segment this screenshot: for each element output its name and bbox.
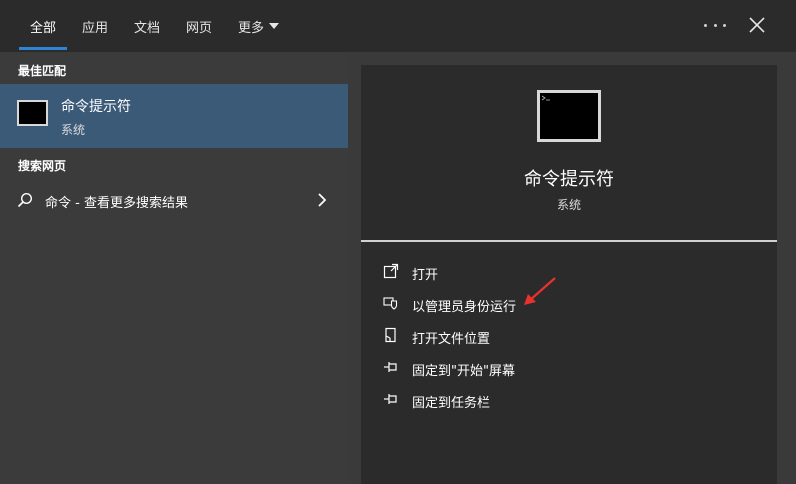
divider xyxy=(361,240,777,242)
tab-all[interactable]: 全部 xyxy=(30,0,56,52)
annotation-arrow-icon xyxy=(524,277,556,305)
action-pin-to-start[interactable]: 固定到"开始"屏幕 xyxy=(361,351,777,383)
preview-pane: 命令提示符 系统 打开 以管理员身份运行 打开文件位置 固定到"开始"屏幕 固定… xyxy=(361,65,777,484)
tab-label: 更多 xyxy=(238,20,265,36)
tab-bar: 全部 应用 文档 网页 更多 xyxy=(0,0,796,52)
open-icon xyxy=(383,263,399,279)
tab-label: 应用 xyxy=(82,20,109,36)
action-open[interactable]: 打开 xyxy=(361,255,777,287)
results-pane: 最佳匹配 命令提示符 系统 搜索网页 命令 - 查看更多搜索结果 xyxy=(0,52,348,484)
preview-subtitle: 系统 xyxy=(556,198,581,212)
web-search-heading: 搜索网页 xyxy=(18,159,67,173)
active-tab-indicator xyxy=(19,47,67,50)
more-options-icon[interactable] xyxy=(704,14,726,36)
tab-web[interactable]: 网页 xyxy=(186,0,212,52)
shield-icon xyxy=(383,297,398,310)
preview-title: 命令提示符 xyxy=(524,169,614,190)
action-label: 打开文件位置 xyxy=(412,332,491,347)
action-label: 固定到任务栏 xyxy=(412,396,491,411)
search-window: 全部 应用 文档 网页 更多 最佳匹配 命令提示符 系统 搜索网页 命令 - 查… xyxy=(0,0,796,484)
search-icon xyxy=(17,192,33,208)
action-open-file-location[interactable]: 打开文件位置 xyxy=(361,319,777,351)
tab-label: 全部 xyxy=(30,20,57,36)
action-run-as-admin[interactable]: 以管理员身份运行 xyxy=(361,287,777,319)
command-prompt-icon xyxy=(17,100,48,126)
best-match-heading: 最佳匹配 xyxy=(18,64,67,78)
chevron-right-icon xyxy=(318,193,327,207)
pin-icon xyxy=(384,362,397,372)
tab-apps[interactable]: 应用 xyxy=(82,0,108,52)
action-pin-to-taskbar[interactable]: 固定到任务栏 xyxy=(361,383,777,415)
tab-label: 文档 xyxy=(134,20,161,36)
file-location-icon xyxy=(385,327,396,343)
best-match-item[interactable]: 命令提示符 系统 xyxy=(0,84,348,148)
chevron-down-icon xyxy=(269,23,280,29)
web-search-text: 命令 - 查看更多搜索结果 xyxy=(45,196,188,211)
action-label: 固定到"开始"屏幕 xyxy=(412,364,515,379)
command-prompt-large-icon xyxy=(537,90,601,142)
tab-more[interactable]: 更多 xyxy=(238,0,280,52)
action-label: 以管理员身份运行 xyxy=(412,300,517,315)
best-match-title: 命令提示符 xyxy=(61,99,131,115)
best-match-subtitle: 系统 xyxy=(61,123,86,137)
tab-label: 网页 xyxy=(186,20,213,36)
tab-documents[interactable]: 文档 xyxy=(134,0,160,52)
action-label: 打开 xyxy=(412,268,439,283)
close-icon[interactable] xyxy=(748,16,766,34)
web-search-item[interactable]: 命令 - 查看更多搜索结果 xyxy=(0,184,348,216)
pin-icon xyxy=(384,394,397,404)
